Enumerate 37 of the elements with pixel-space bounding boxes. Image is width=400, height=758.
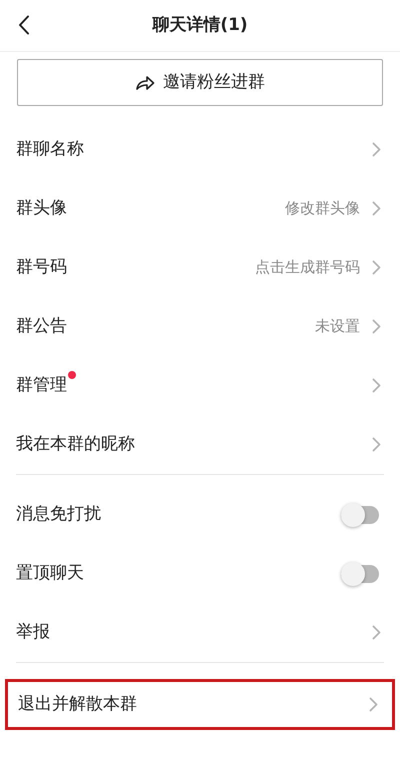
list-row[interactable]: 我在本群的昵称 [0,415,400,474]
row-label: 群号码 [16,256,67,277]
list-row[interactable]: 群号码 点击生成群号码 [0,238,400,297]
chevron-right-icon [372,142,381,157]
chevron-right-icon [372,378,381,393]
row-label: 置顶聊天 [16,562,84,583]
chevron-right-icon [372,201,381,216]
row-label: 消息免打扰 [16,504,101,524]
share-arrow-icon [135,74,155,90]
chevron-right-icon [372,319,381,334]
list-row[interactable]: 群管理 [0,356,400,415]
chevron-right-icon [372,437,381,452]
chevron-right-icon [372,260,381,275]
list-row[interactable]: 群聊名称 [0,120,400,179]
row-label: 群聊名称 [16,138,84,159]
toggle-switch[interactable] [341,506,379,524]
chevron-right-icon [369,697,378,712]
toggle-switch[interactable] [341,564,379,582]
chevron-right-icon [372,625,381,640]
row-label: 群头像 [16,198,67,218]
list-row[interactable]: 群公告 未设置 [0,297,400,356]
row-label: 退出并解散本群 [18,694,137,714]
back-icon[interactable] [18,15,30,35]
row-value: 修改群头像 [285,198,360,220]
row-value: 未设置 [315,316,360,338]
list-row[interactable]: 退出并解散本群 [5,679,395,730]
list-row[interactable]: 举报 [0,603,400,662]
row-label: 群公告 [16,316,67,336]
list-row[interactable]: 群头像 修改群头像 [0,179,400,238]
list-row[interactable]: 置顶聊天 [0,544,400,603]
invite-button[interactable]: 邀请粉丝进群 [17,59,383,106]
row-label: 我在本群的昵称 [16,434,135,454]
row-label: 举报 [16,622,50,642]
row-label: 群管理 [16,374,67,395]
list-row[interactable]: 消息免打扰 [0,485,400,544]
page-title: 聊天详情(1) [152,14,248,37]
row-value: 点击生成群号码 [255,257,360,278]
